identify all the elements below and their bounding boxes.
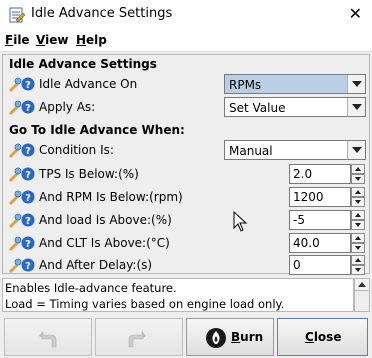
row-apply-as: ? Apply As: Set Value bbox=[3, 97, 369, 117]
apply-as-value: Set Value bbox=[229, 101, 286, 115]
window-title: Idle Advance Settings bbox=[31, 6, 173, 21]
spin-down-icon[interactable] bbox=[351, 265, 365, 275]
chevron-down-icon[interactable] bbox=[347, 98, 365, 116]
row-idle-advance-on: ? Idle Advance On RPMs bbox=[3, 74, 369, 94]
burn-icon bbox=[206, 328, 226, 348]
chevron-down-icon[interactable] bbox=[347, 75, 365, 93]
menu-help[interactable]: Help bbox=[76, 33, 107, 47]
help-edit-icon[interactable]: ? bbox=[7, 212, 35, 228]
svg-text:?: ? bbox=[25, 261, 31, 272]
load-above-input[interactable] bbox=[289, 210, 351, 230]
chevron-down-icon[interactable] bbox=[347, 141, 365, 159]
row-rpm-below: ? And RPM Is Below:(rpm) bbox=[3, 187, 369, 207]
label-rpm-below: And RPM Is Below:(rpm) bbox=[39, 190, 183, 204]
clt-above-input[interactable] bbox=[289, 233, 351, 253]
spin-down-icon[interactable] bbox=[351, 197, 365, 207]
clt-above-spinner bbox=[289, 233, 365, 253]
row-clt-above: ? And CLT Is Above:(°C) bbox=[3, 233, 369, 253]
idle-advance-on-value: RPMs bbox=[229, 78, 262, 92]
svg-text:?: ? bbox=[25, 216, 31, 227]
idle-advance-on-select[interactable]: RPMs bbox=[224, 74, 366, 94]
undo-button[interactable] bbox=[4, 318, 92, 356]
menu-view[interactable]: View bbox=[36, 33, 68, 47]
help-edit-icon[interactable]: ? bbox=[7, 76, 35, 92]
svg-text:?: ? bbox=[25, 146, 31, 157]
app-icon bbox=[9, 7, 26, 23]
spin-up-icon[interactable] bbox=[351, 233, 365, 243]
title-bar: Idle Advance Settings ✕ bbox=[0, 0, 372, 30]
help-edit-icon[interactable]: ? bbox=[7, 166, 35, 182]
label-apply-as: Apply As: bbox=[39, 100, 96, 114]
spin-up-icon[interactable] bbox=[351, 164, 365, 174]
row-condition-is: ? Condition Is: Manual bbox=[3, 140, 369, 160]
burn-button[interactable]: Burn bbox=[186, 318, 274, 356]
spin-up-icon[interactable] bbox=[351, 187, 365, 197]
condition-is-value: Manual bbox=[229, 144, 273, 158]
description-line-1: Enables Idle-advance feature. bbox=[5, 281, 177, 295]
description-scrollbar[interactable] bbox=[354, 278, 370, 312]
svg-text:?: ? bbox=[25, 103, 31, 114]
label-idle-advance-on: Idle Advance On bbox=[39, 77, 138, 91]
help-edit-icon[interactable]: ? bbox=[7, 99, 35, 115]
burn-label: Burn bbox=[231, 330, 264, 344]
rpm-below-spinner bbox=[289, 187, 365, 207]
help-edit-icon[interactable]: ? bbox=[7, 189, 35, 205]
settings-panel: Idle Advance Settings ? Idle Advance On … bbox=[2, 54, 370, 275]
close-label: Close bbox=[305, 330, 342, 344]
section-title-go-to-idle-advance: Go To Idle Advance When: bbox=[9, 123, 185, 137]
svg-text:?: ? bbox=[25, 170, 31, 181]
section-title-idle-advance-settings: Idle Advance Settings bbox=[9, 57, 157, 71]
label-clt-above: And CLT Is Above:(°C) bbox=[39, 236, 170, 250]
spin-down-icon[interactable] bbox=[351, 174, 365, 184]
redo-icon bbox=[128, 331, 146, 348]
after-delay-input[interactable] bbox=[289, 255, 351, 275]
window-close-icon[interactable]: ✕ bbox=[349, 4, 362, 24]
menu-bar: File View Help bbox=[0, 30, 372, 52]
row-tps-below: ? TPS Is Below:(%) bbox=[3, 164, 369, 184]
close-button[interactable]: Close bbox=[277, 318, 368, 356]
menu-file[interactable]: File bbox=[5, 33, 30, 47]
row-load-above: ? And load Is Above:(%) bbox=[3, 210, 369, 230]
undo-icon bbox=[39, 331, 57, 348]
description-box: Enables Idle-advance feature. Load = Tim… bbox=[2, 278, 354, 312]
help-edit-icon[interactable]: ? bbox=[7, 142, 35, 158]
scroll-up-icon[interactable] bbox=[355, 279, 369, 291]
mouse-cursor-icon bbox=[233, 211, 248, 232]
row-after-delay: ? And After Delay:(s) bbox=[3, 255, 369, 275]
label-load-above: And load Is Above:(%) bbox=[39, 213, 172, 227]
label-after-delay: And After Delay:(s) bbox=[39, 258, 153, 272]
condition-is-select[interactable]: Manual bbox=[224, 140, 366, 160]
svg-text:?: ? bbox=[25, 239, 31, 250]
label-tps-below: TPS Is Below:(%) bbox=[39, 167, 139, 181]
rpm-below-input[interactable] bbox=[289, 187, 351, 207]
svg-text:?: ? bbox=[25, 193, 31, 204]
apply-as-select[interactable]: Set Value bbox=[224, 97, 366, 117]
spin-up-icon[interactable] bbox=[351, 210, 365, 220]
spin-up-icon[interactable] bbox=[351, 255, 365, 265]
tps-below-spinner bbox=[289, 164, 365, 184]
svg-text:?: ? bbox=[25, 80, 31, 91]
label-condition-is: Condition Is: bbox=[39, 143, 114, 157]
tps-below-input[interactable] bbox=[289, 164, 351, 184]
spin-down-icon[interactable] bbox=[351, 243, 365, 253]
description-line-2: Load = Timing varies based on engine loa… bbox=[5, 297, 285, 311]
help-edit-icon[interactable]: ? bbox=[7, 257, 35, 273]
redo-button[interactable] bbox=[95, 318, 183, 356]
load-above-spinner bbox=[289, 210, 365, 230]
idle-advance-settings-window: Idle Advance Settings ✕ File View Help I… bbox=[0, 0, 372, 358]
after-delay-spinner bbox=[289, 255, 365, 275]
help-edit-icon[interactable]: ? bbox=[7, 235, 35, 251]
spin-down-icon[interactable] bbox=[351, 220, 365, 230]
